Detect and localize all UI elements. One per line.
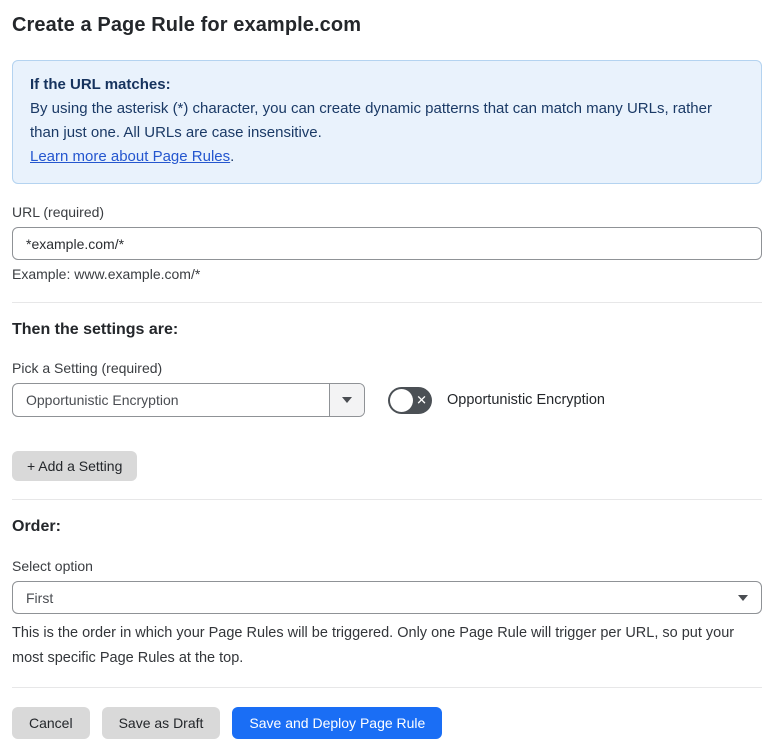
info-box-link-line: Learn more about Page Rules. <box>30 145 744 169</box>
order-select-label: Select option <box>12 558 93 574</box>
add-setting-button[interactable]: + Add a Setting <box>12 451 138 481</box>
section-divider <box>12 687 762 688</box>
link-period: . <box>230 148 235 165</box>
url-matches-info-box: If the URL matches: By using the asteris… <box>12 60 762 184</box>
order-select[interactable]: First <box>12 581 762 614</box>
url-field-group: URL (required) Example: www.example.com/… <box>12 204 762 282</box>
opportunistic-encryption-toggle-group: ✕ Opportunistic Encryption <box>388 386 605 414</box>
setting-select[interactable]: Opportunistic Encryption <box>12 383 365 417</box>
toggle-knob <box>390 388 413 412</box>
order-helper-text: This is the order in which your Page Rul… <box>12 625 735 666</box>
save-and-deploy-button[interactable]: Save and Deploy Page Rule <box>232 707 443 739</box>
section-divider <box>12 499 762 500</box>
setting-row: Opportunistic Encryption ✕ Opportunistic… <box>12 383 762 417</box>
create-page-rule-form: Create a Page Rule for example.com If th… <box>0 0 775 739</box>
info-box-body: By using the asterisk (*) character, you… <box>30 100 712 141</box>
info-box-heading: If the URL matches: <box>30 76 171 93</box>
pick-setting-label: Pick a Setting (required) <box>12 360 163 376</box>
url-example-helper: Example: www.example.com/* <box>12 266 201 282</box>
toggle-label: Opportunistic Encryption <box>447 392 605 408</box>
url-input[interactable] <box>12 227 762 260</box>
order-select-value: First <box>26 589 54 606</box>
toggle-off-x-icon: ✕ <box>416 392 427 408</box>
learn-more-link[interactable]: Learn more about Page Rules <box>30 148 230 165</box>
save-as-draft-button[interactable]: Save as Draft <box>101 707 221 739</box>
setting-select-arrow-button[interactable] <box>329 384 364 416</box>
setting-select-value: Opportunistic Encryption <box>26 392 179 408</box>
chevron-down-icon <box>342 397 352 403</box>
order-select-arrow <box>738 582 761 613</box>
action-button-row: Cancel Save as Draft Save and Deploy Pag… <box>12 707 762 739</box>
opportunistic-encryption-toggle[interactable]: ✕ <box>388 386 432 414</box>
chevron-down-icon <box>738 594 748 601</box>
order-section-heading: Order: <box>12 518 61 535</box>
section-divider <box>12 302 762 303</box>
cancel-button[interactable]: Cancel <box>12 707 90 739</box>
url-field-label: URL (required) <box>12 204 105 220</box>
settings-section-heading: Then the settings are: <box>12 321 179 338</box>
page-title: Create a Page Rule for example.com <box>12 14 362 36</box>
